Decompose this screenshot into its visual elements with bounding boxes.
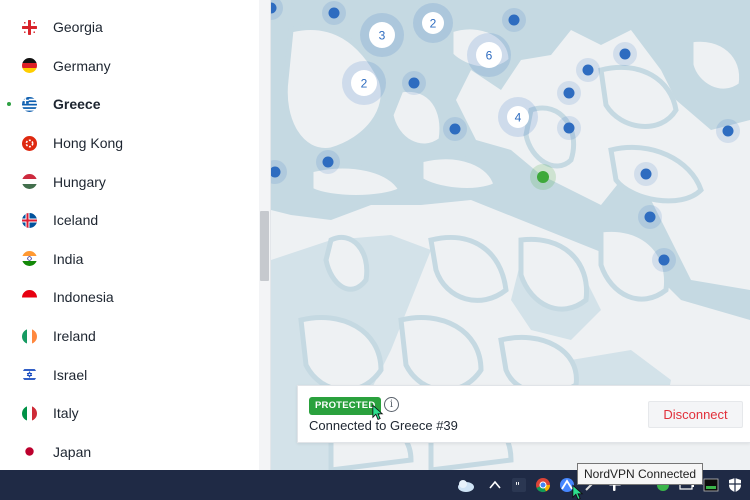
cluster-count: 2 [430,17,437,31]
country-item-hong-kong[interactable]: Hong Kong [0,124,258,163]
server-marker[interactable] [408,77,420,89]
country-sidebar: Georgia Germany Greece Hong Kong Hungary… [0,0,271,470]
weather-icon[interactable] [455,477,475,493]
country-name: Germany [53,57,111,74]
server-marker[interactable] [563,122,575,134]
server-marker[interactable] [508,14,520,26]
cluster-count: 4 [515,111,522,125]
cluster-count: 3 [379,29,386,43]
country-name: Ireland [53,328,96,345]
scrollbar-thumb[interactable] [260,211,269,281]
mouse-cursor-icon [372,404,384,420]
country-item-india[interactable]: India [0,240,258,279]
japan-flag-icon [22,444,37,460]
country-item-italy[interactable]: Italy [0,394,258,433]
server-marker[interactable] [328,7,340,19]
country-item-indonesia[interactable]: Indonesia [0,278,258,317]
greece-flag-icon [22,96,37,112]
terminal-icon[interactable] [703,477,719,493]
country-item-japan[interactable]: Japan [0,433,258,472]
selected-indicator [7,102,11,107]
country-name: Israel [53,366,88,383]
server-marker[interactable] [658,254,670,266]
country-name: Greece [53,96,101,113]
nordvpn-tooltip: NordVPN Connected [577,463,704,485]
svg-text:": " [515,480,520,493]
ireland-flag-icon [22,328,37,344]
server-marker[interactable] [722,125,734,137]
germany-flag-icon [22,58,37,74]
country-item-georgia[interactable]: Georgia [0,8,258,47]
disconnect-button[interactable]: Disconnect [648,401,743,428]
hong-kong-flag-icon [22,135,37,151]
country-item-ireland[interactable]: Ireland [0,317,258,356]
israel-flag-icon [22,367,37,383]
country-name: Iceland [53,212,99,229]
chrome-icon[interactable] [535,477,551,493]
shield-icon[interactable] [727,477,743,493]
server-marker[interactable] [563,87,575,99]
hungary-flag-icon [22,174,37,190]
quote-app-icon[interactable]: " [511,477,527,493]
country-name: Hungary [53,173,106,190]
cluster-count: 2 [361,77,368,91]
protected-badge: PROTECTED [309,397,382,415]
india-flag-icon [22,251,37,267]
cluster-count: 6 [486,49,493,63]
connected-server-marker[interactable] [537,171,549,183]
country-item-hungary[interactable]: Hungary [0,162,258,201]
server-marker[interactable] [640,168,652,180]
connection-status-panel: PROTECTED i Connected to Greece #39 Disc… [297,385,750,443]
country-name: Georgia [53,19,103,36]
mouse-cursor-icon [572,484,584,500]
country-item-israel[interactable]: Israel [0,355,258,394]
country-list: Georgia Germany Greece Hong Kong Hungary… [0,8,258,471]
country-name: India [53,250,84,267]
server-marker[interactable] [449,123,461,135]
iceland-flag-icon [22,212,37,228]
server-marker[interactable] [322,156,334,168]
country-item-greece[interactable]: Greece [0,85,258,124]
country-name: Hong Kong [53,135,124,152]
italy-flag-icon [22,405,37,421]
country-name: Italy [53,405,79,422]
country-item-germany[interactable]: Germany [0,47,258,86]
georgia-flag-icon [22,19,37,35]
country-name: Japan [53,443,92,460]
country-name: Indonesia [53,289,114,306]
server-marker[interactable] [619,48,631,60]
country-item-iceland[interactable]: Iceland [0,201,258,240]
info-icon[interactable]: i [384,397,399,412]
server-marker[interactable] [582,64,594,76]
indonesia-flag-icon [22,289,37,305]
chevron-up-icon[interactable] [487,477,503,493]
server-marker[interactable] [644,211,656,223]
